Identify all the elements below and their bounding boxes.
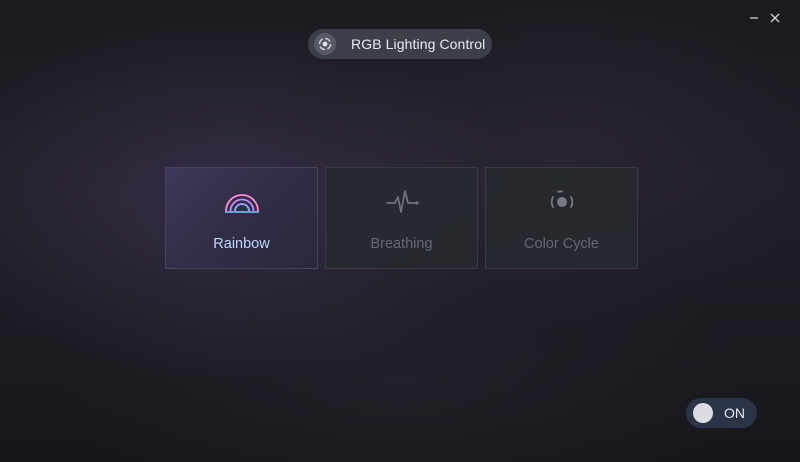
minimize-icon [750, 17, 758, 19]
pulse-wave-icon [384, 188, 420, 216]
mode-card-breathing[interactable]: Breathing [325, 167, 478, 269]
toggle-knob[interactable] [693, 403, 713, 423]
power-toggle[interactable]: ON [686, 398, 757, 428]
close-button[interactable] [765, 8, 785, 28]
minimize-button[interactable] [744, 8, 764, 28]
mode-label-color-cycle: Color Cycle [524, 236, 599, 252]
rgb-ring-icon [314, 33, 336, 55]
mode-label-breathing: Breathing [370, 236, 433, 252]
app-title-pill: RGB Lighting Control [308, 29, 492, 59]
mode-card-rainbow[interactable]: Rainbow [165, 167, 318, 269]
app-title: RGB Lighting Control [351, 36, 486, 52]
toggle-state-label: ON [724, 405, 745, 421]
close-icon [770, 13, 780, 23]
rainbow-icon [224, 188, 260, 216]
mode-label-rainbow: Rainbow [213, 236, 270, 252]
mode-card-color-cycle[interactable]: Color Cycle [485, 167, 638, 269]
orbit-cycle-icon [544, 188, 580, 216]
